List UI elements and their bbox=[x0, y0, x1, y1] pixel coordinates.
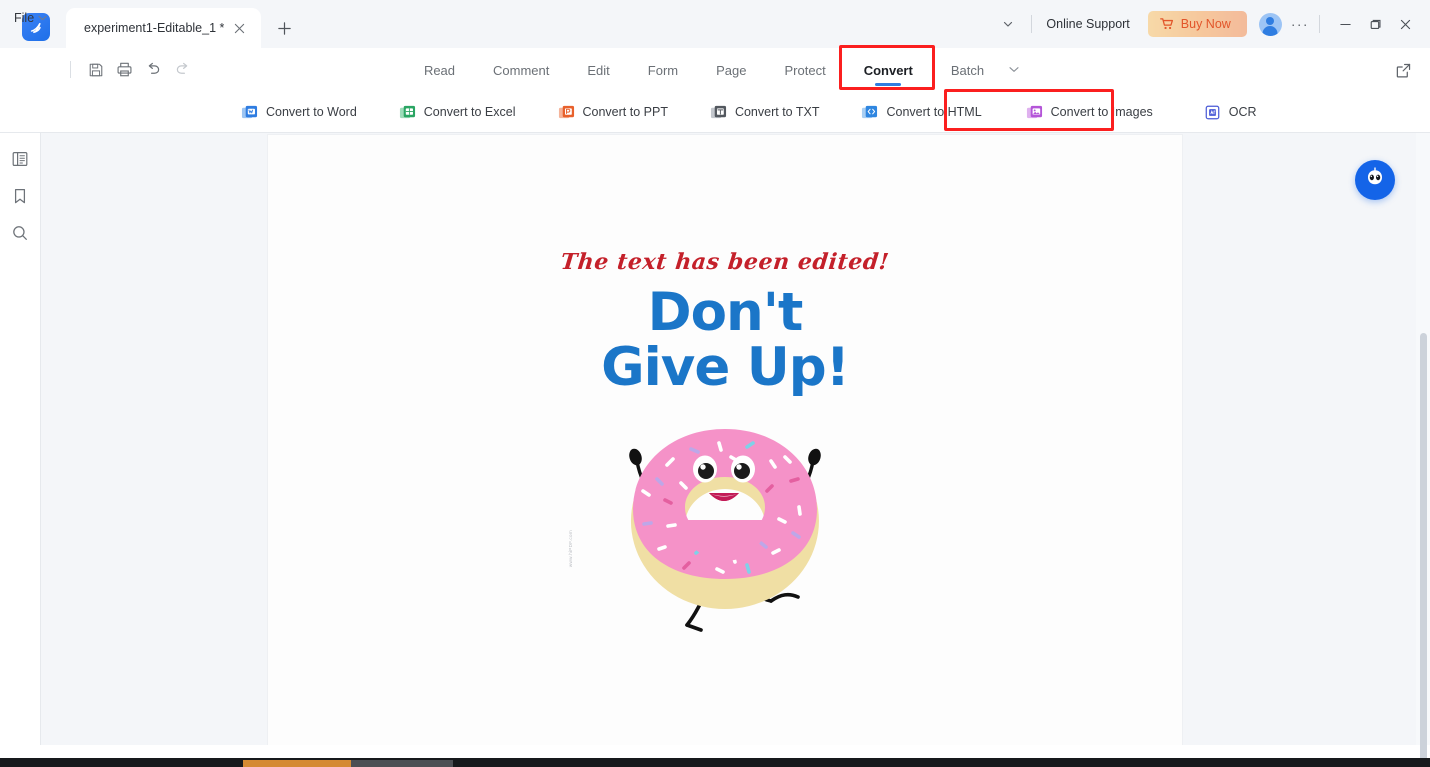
convert-to-txt-label: Convert to TXT bbox=[734, 105, 820, 119]
tab-read[interactable]: Read bbox=[405, 48, 474, 92]
close-window-button[interactable] bbox=[1390, 9, 1420, 39]
bookmark-icon[interactable] bbox=[7, 183, 33, 209]
taskbar-segment-grey bbox=[351, 760, 453, 767]
left-sidebar bbox=[0, 133, 41, 745]
buy-now-button[interactable]: Buy Now bbox=[1147, 11, 1247, 37]
divider bbox=[1319, 15, 1320, 33]
thumbnails-panel-icon[interactable] bbox=[7, 146, 33, 172]
convert-to-ppt-button[interactable]: Convert to PPT bbox=[551, 98, 675, 126]
tab-form[interactable]: Form bbox=[629, 48, 697, 92]
maximize-button[interactable] bbox=[1360, 9, 1390, 39]
taskbar-segment-amber bbox=[243, 760, 351, 767]
page-watermark: www.hiPDF.com bbox=[568, 530, 573, 568]
tab-page[interactable]: Page bbox=[697, 48, 765, 92]
ocr-icon bbox=[1204, 104, 1221, 121]
new-tab-button[interactable] bbox=[267, 11, 301, 45]
close-icon[interactable] bbox=[229, 18, 249, 38]
pdf-editor-window: experiment1-Editable_1 * Online Support bbox=[0, 0, 1430, 767]
user-avatar[interactable] bbox=[1258, 12, 1282, 36]
convert-to-ppt-label: Convert to PPT bbox=[582, 105, 668, 119]
tab-batch[interactable]: Batch bbox=[932, 48, 1003, 92]
txt-icon bbox=[710, 104, 727, 121]
donut-character-illustration bbox=[595, 417, 855, 637]
buy-now-label: Buy Now bbox=[1180, 17, 1231, 31]
page-headline: Don't Give Up! bbox=[268, 286, 1182, 398]
pdf-page[interactable]: The text has been edited! Don't Give Up!… bbox=[268, 135, 1182, 745]
tab-protect[interactable]: Protect bbox=[766, 48, 845, 92]
ocr-button[interactable]: OCR bbox=[1197, 98, 1264, 126]
convert-to-word-label: Convert to Word bbox=[266, 105, 357, 119]
tab-convert[interactable]: Convert bbox=[845, 48, 932, 92]
ai-assistant-icon bbox=[1363, 166, 1387, 195]
excel-icon bbox=[399, 104, 416, 121]
tab-comment[interactable]: Comment bbox=[474, 48, 568, 92]
ribbon-tabs: Read Comment Edit Form Page Protect Conv… bbox=[0, 48, 1430, 92]
images-icon bbox=[1026, 104, 1043, 121]
document-tab[interactable]: experiment1-Editable_1 * bbox=[66, 8, 261, 48]
tab-strip: experiment1-Editable_1 * bbox=[66, 8, 301, 48]
vertical-scrollbar[interactable] bbox=[1420, 333, 1427, 767]
ocr-label: OCR bbox=[1228, 105, 1257, 119]
minimize-button[interactable] bbox=[1330, 9, 1360, 39]
convert-to-html-label: Convert to HTML bbox=[886, 105, 982, 119]
headline-line-2: Give Up! bbox=[601, 336, 850, 398]
edited-note-text: The text has been edited! bbox=[559, 249, 891, 275]
chevron-down-icon[interactable] bbox=[995, 11, 1021, 37]
title-bar-actions: Online Support Buy Now ··· bbox=[995, 0, 1420, 48]
convert-to-images-button[interactable]: Convert to Images bbox=[1019, 98, 1160, 126]
title-bar: experiment1-Editable_1 * Online Support bbox=[0, 0, 1430, 48]
overflow-menu-button[interactable]: ··· bbox=[1291, 16, 1309, 32]
divider bbox=[1031, 15, 1033, 33]
ai-assistant-button[interactable] bbox=[1355, 160, 1395, 200]
desktop-taskbar-strip bbox=[0, 758, 1430, 767]
convert-to-txt-button[interactable]: Convert to TXT bbox=[703, 98, 827, 126]
cart-icon bbox=[1159, 18, 1174, 30]
chevron-down-icon bbox=[38, 14, 47, 23]
convert-to-html-button[interactable]: Convert to HTML bbox=[854, 98, 988, 126]
word-icon bbox=[241, 104, 258, 121]
search-icon[interactable] bbox=[7, 220, 33, 246]
convert-to-word-button[interactable]: Convert to Word bbox=[234, 98, 364, 126]
file-menu-label: File bbox=[14, 11, 35, 25]
convert-to-images-label: Convert to Images bbox=[1050, 105, 1153, 119]
chevron-down-icon[interactable] bbox=[1003, 65, 1025, 75]
document-viewport[interactable]: The text has been edited! Don't Give Up!… bbox=[41, 133, 1430, 745]
html-icon bbox=[861, 104, 878, 121]
file-menu-button[interactable]: File bbox=[14, 11, 47, 25]
convert-ribbon: Convert to Word Convert to Excel Convert… bbox=[0, 92, 1430, 133]
convert-to-excel-button[interactable]: Convert to Excel bbox=[392, 98, 523, 126]
external-link-icon[interactable] bbox=[1390, 57, 1416, 83]
headline-line-1: Don't bbox=[647, 282, 804, 343]
tab-edit[interactable]: Edit bbox=[568, 48, 628, 92]
online-support-link[interactable]: Online Support bbox=[1042, 17, 1133, 31]
document-tab-label: experiment1-Editable_1 * bbox=[84, 21, 225, 35]
vertical-scrollbar-track[interactable] bbox=[1416, 133, 1430, 767]
convert-to-excel-label: Convert to Excel bbox=[423, 105, 516, 119]
ppt-icon bbox=[558, 104, 575, 121]
